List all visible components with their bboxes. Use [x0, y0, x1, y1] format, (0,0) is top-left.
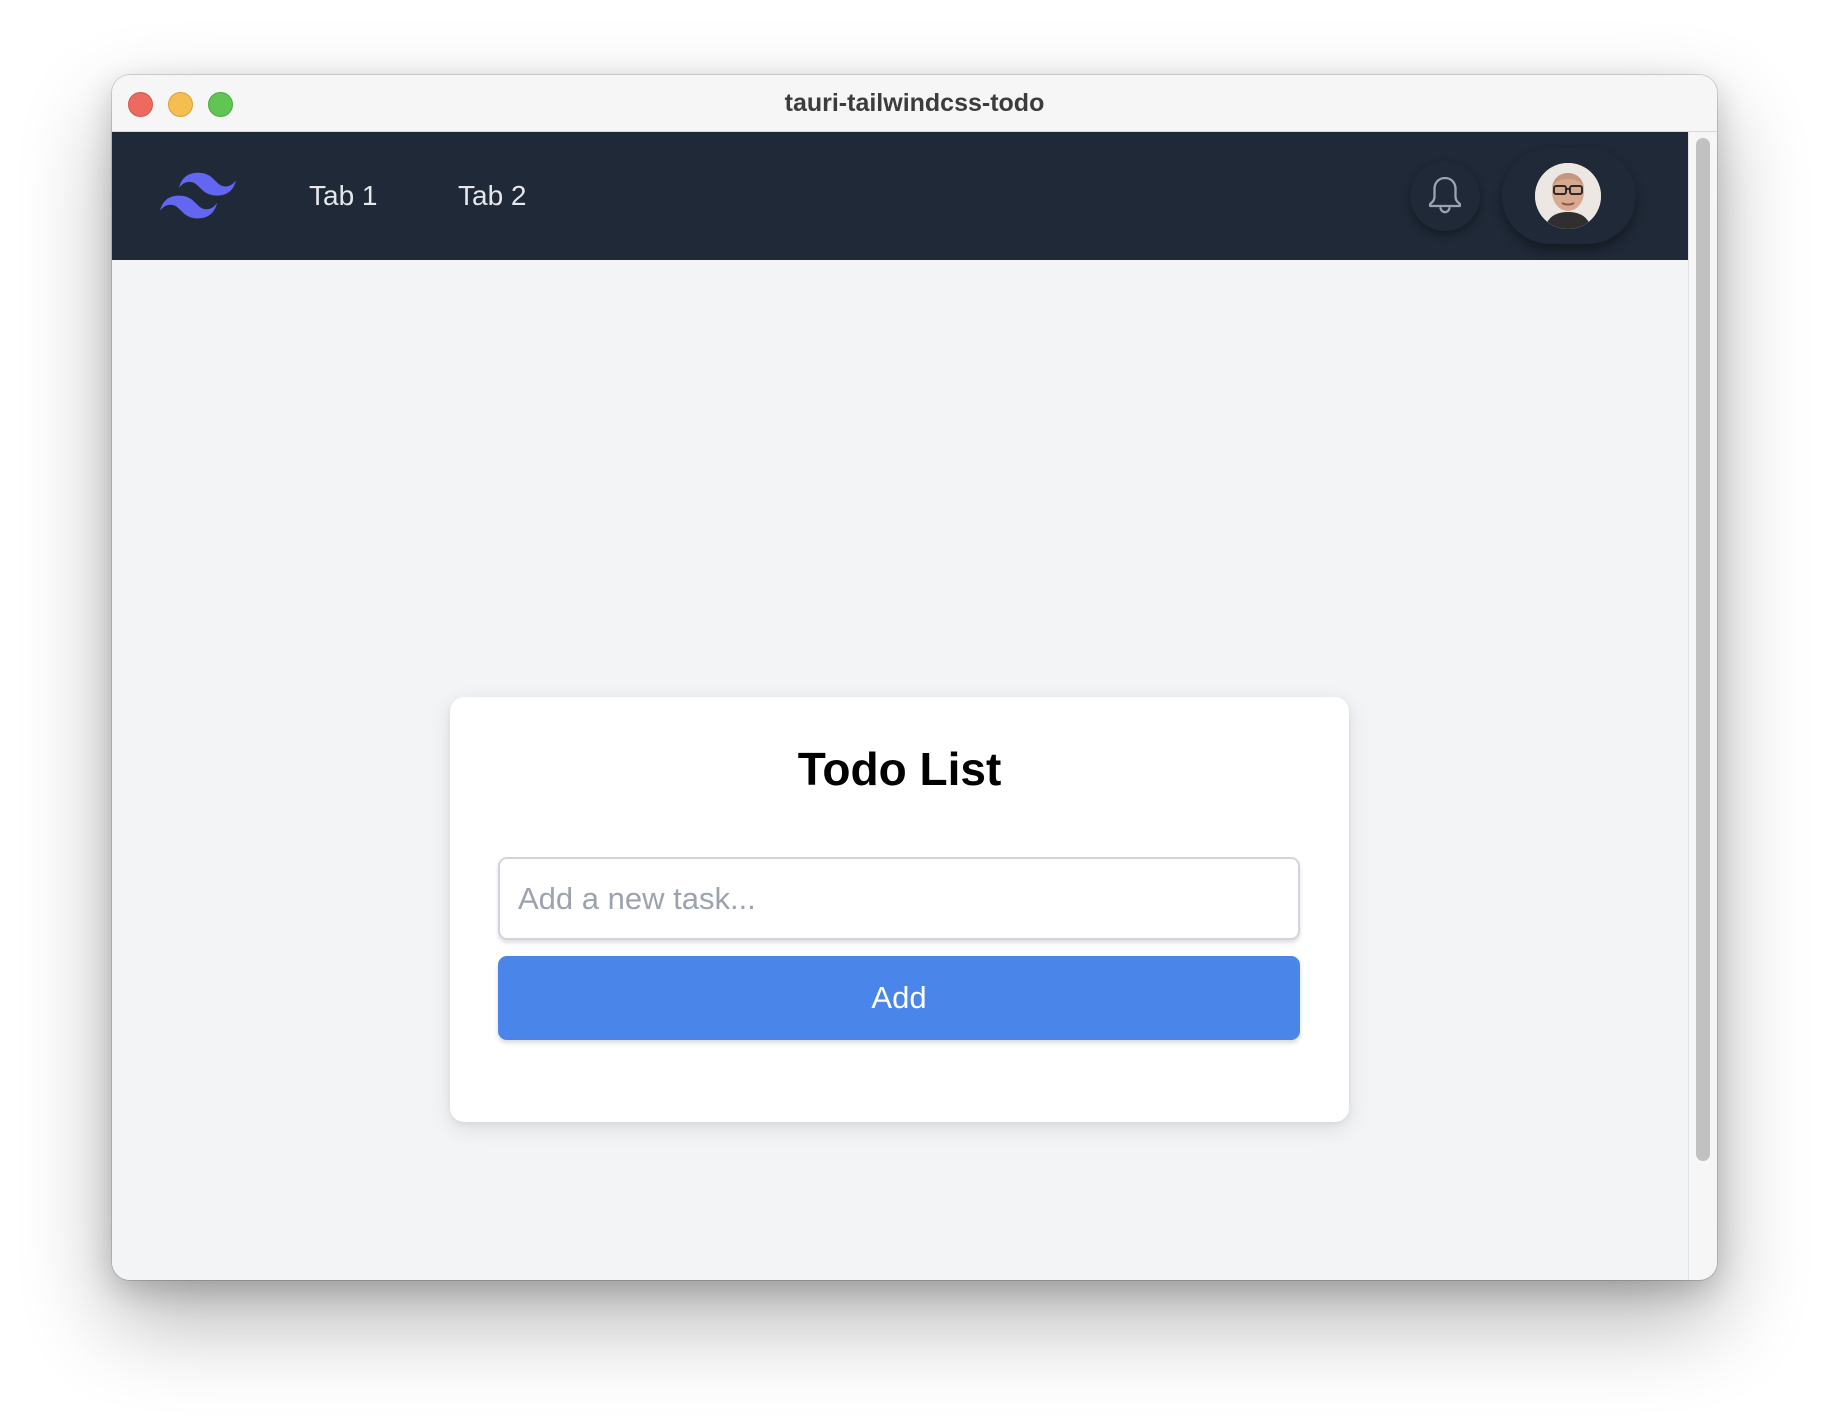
avatar [1535, 163, 1601, 229]
user-menu-button[interactable] [1502, 148, 1636, 244]
app-window: tauri-tailwindcss-todo Tab 1 Tab 2 Todo … [112, 75, 1717, 1280]
title-bar[interactable]: tauri-tailwindcss-todo [112, 75, 1717, 132]
app-content: Tab 1 Tab 2 Todo List Add a new task... … [112, 132, 1688, 1280]
user-avatar-icon [1535, 163, 1601, 229]
top-navbar: Tab 1 Tab 2 [112, 132, 1688, 260]
todo-title: Todo List [797, 743, 1002, 795]
new-task-input[interactable] [498, 857, 1300, 940]
add-task-button[interactable]: Add [498, 956, 1300, 1040]
notifications-button[interactable] [1410, 161, 1480, 231]
todo-card: Todo List Add [450, 697, 1349, 1122]
bell-icon [1429, 176, 1461, 214]
vertical-scrollbar[interactable] [1688, 132, 1717, 1280]
scrollbar-thumb[interactable] [1696, 138, 1710, 1161]
window-title: tauri-tailwindcss-todo [784, 89, 1045, 117]
tab-1[interactable]: Tab 1 [301, 170, 386, 222]
tailwind-logo-icon[interactable] [160, 172, 236, 220]
tab-2[interactable]: Tab 2 [450, 170, 535, 222]
